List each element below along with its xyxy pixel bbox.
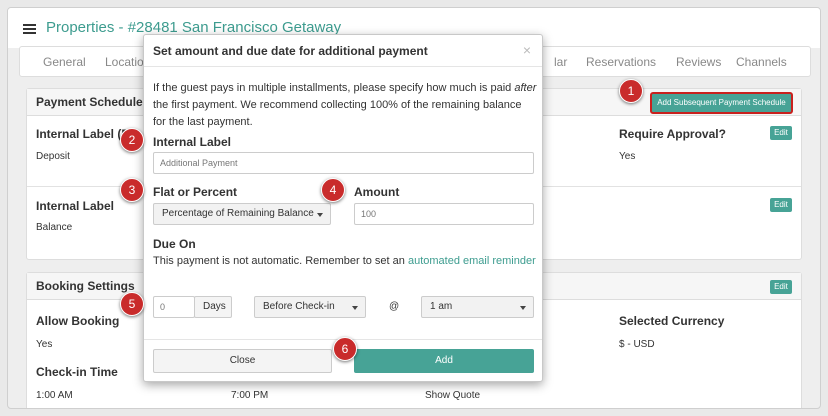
- additional-payment-modal: Set amount and due date for additional p…: [143, 34, 543, 382]
- tab-channels[interactable]: Channels: [736, 55, 787, 69]
- intro-text: the first payment. We recommend collecti…: [153, 99, 522, 128]
- add-button[interactable]: Add: [354, 349, 534, 373]
- internal-label-heading: Internal Label (F: [36, 127, 129, 141]
- close-button[interactable]: Close: [153, 349, 332, 373]
- selected-currency-value: $ - USD: [619, 339, 655, 350]
- due-time-select[interactable]: 1 am: [421, 296, 534, 318]
- automated-email-reminder-link[interactable]: automated email reminder: [408, 255, 536, 267]
- intro-emphasis: after: [514, 82, 537, 94]
- callout-badge-3: 3: [120, 178, 144, 202]
- chevron-down-icon: [317, 213, 323, 217]
- checkin-time-heading: Check-in Time: [36, 365, 118, 379]
- due-on-label: Due On: [153, 237, 196, 251]
- tab-reservations[interactable]: Reservations: [586, 55, 656, 69]
- internal-label-input[interactable]: Additional Payment: [153, 152, 534, 174]
- callout-badge-4: 4: [321, 178, 345, 202]
- require-approval-heading: Require Approval?: [619, 127, 726, 141]
- close-icon[interactable]: ×: [523, 42, 531, 58]
- due-time-value: 1 am: [430, 301, 453, 312]
- edit-button[interactable]: Edit: [770, 198, 792, 212]
- flat-or-percent-select[interactable]: Percentage of Remaining Balance: [153, 203, 331, 225]
- due-on-note-text: This payment is not automatic. Remember …: [153, 255, 408, 267]
- menu-icon[interactable]: [23, 24, 36, 34]
- due-when-value: Before Check-in: [263, 301, 335, 312]
- due-when-select[interactable]: Before Check-in: [254, 296, 366, 318]
- chevron-down-icon: [352, 306, 358, 310]
- edit-button[interactable]: Edit: [770, 126, 792, 140]
- require-approval-value: Yes: [619, 151, 636, 162]
- tab-calendar[interactable]: lar: [554, 55, 567, 69]
- checkout-time-value: 7:00 PM: [231, 390, 269, 401]
- flat-or-percent-label: Flat or Percent: [153, 185, 238, 199]
- due-on-note: This payment is not automatic. Remember …: [153, 253, 537, 270]
- tab-general[interactable]: General: [43, 55, 86, 69]
- booking-mode-value: Show Quote: [425, 390, 481, 401]
- amount-label: Amount: [354, 185, 400, 199]
- allow-booking-value: Yes: [36, 339, 53, 350]
- at-symbol: @: [389, 301, 400, 312]
- checkin-time-value: 1:00 AM: [36, 390, 73, 401]
- intro-text: If the guest pays in multiple installmen…: [153, 82, 512, 94]
- days-input[interactable]: 0: [153, 296, 195, 318]
- modal-title: Set amount and due date for additional p…: [153, 44, 428, 58]
- callout-badge-6: 6: [333, 337, 357, 361]
- selected-currency-heading: Selected Currency: [619, 314, 725, 328]
- flat-or-percent-value: Percentage of Remaining Balance: [162, 208, 314, 219]
- callout-badge-5: 5: [120, 292, 144, 316]
- allow-booking-heading: Allow Booking: [36, 314, 120, 328]
- add-subsequent-payment-schedule-button[interactable]: Add Subsequent Payment Schedule: [650, 92, 793, 114]
- tab-reviews[interactable]: Reviews: [676, 55, 721, 69]
- modal-header: Set amount and due date for additional p…: [144, 35, 542, 67]
- booking-settings-title: Booking Settings: [36, 279, 135, 293]
- modal-intro-text: If the guest pays in multiple installmen…: [153, 80, 537, 131]
- internal-label-label: Internal Label: [153, 135, 232, 149]
- callout-badge-2: 2: [120, 128, 144, 152]
- edit-button[interactable]: Edit: [770, 280, 792, 294]
- callout-badge-1: 1: [619, 79, 643, 103]
- chevron-down-icon: [520, 306, 526, 310]
- amount-input[interactable]: 100: [354, 203, 534, 225]
- payment-schedule-title: Payment Schedule: [36, 95, 143, 109]
- days-unit-addon: Days: [194, 296, 232, 318]
- internal-label-value: Balance: [36, 222, 73, 233]
- internal-label-value: Deposit: [36, 151, 70, 162]
- internal-label-heading: Internal Label: [36, 199, 115, 213]
